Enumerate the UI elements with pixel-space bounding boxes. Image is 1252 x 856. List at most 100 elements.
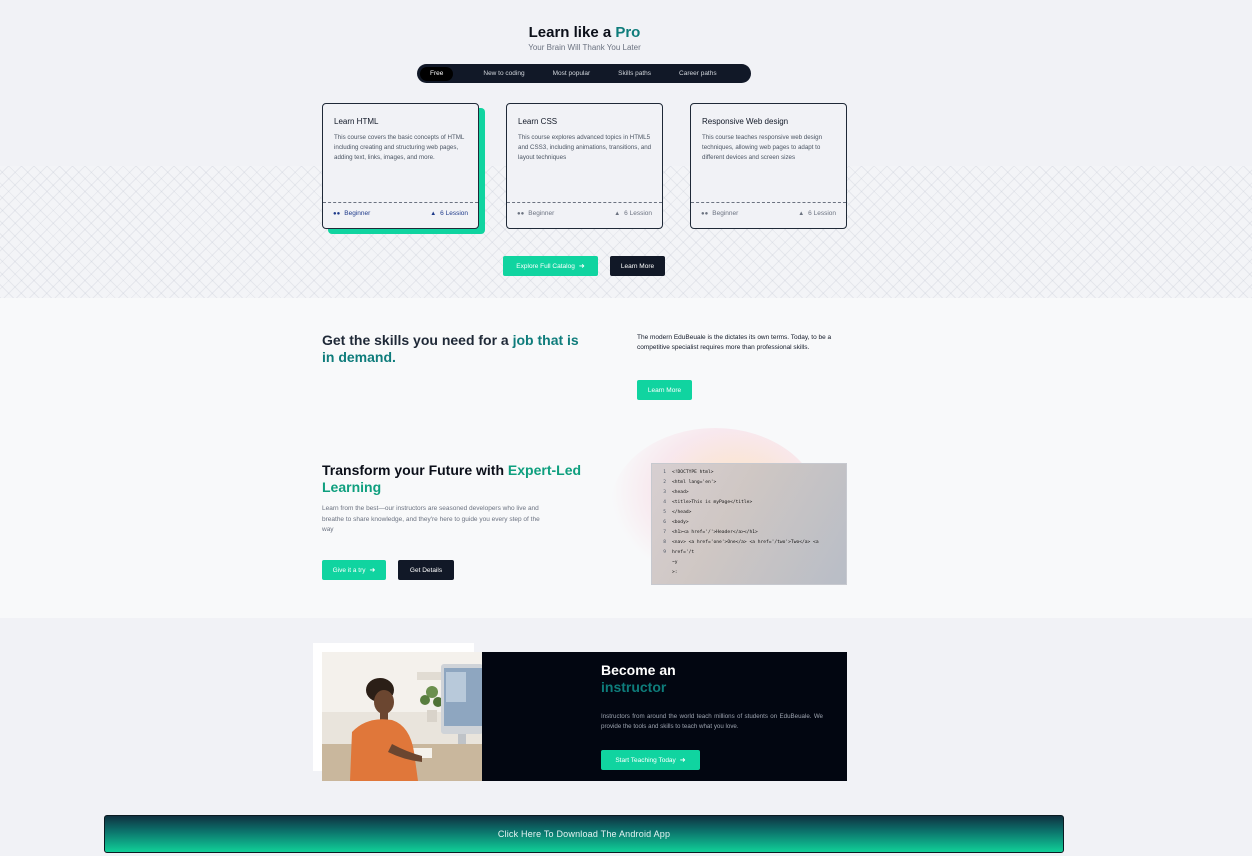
line-number: 1	[663, 470, 666, 475]
course-level-label: Beginner	[712, 210, 739, 217]
layers-icon: ▲	[798, 210, 805, 217]
course-title: Learn HTML	[334, 117, 379, 126]
line-number: 9	[663, 550, 666, 555]
course-card-html[interactable]: Learn HTML This course covers the basic …	[322, 103, 479, 229]
line-number: 6	[663, 520, 666, 525]
line-number: 5	[663, 510, 666, 515]
give-it-a-try-button[interactable]: Give it a try ➜	[322, 560, 386, 580]
hero-subtitle: Your Brain Will Thank You Later	[528, 43, 641, 52]
layers-icon: ▲	[430, 210, 437, 217]
explore-catalog-label: Explore Full Catalog	[516, 262, 575, 270]
line-number: 4	[663, 500, 666, 505]
code-text: ~y	[672, 560, 678, 565]
course-lessons-label: 6 Lession	[440, 210, 468, 217]
users-icon: ●●	[517, 210, 525, 217]
code-line: >:	[652, 570, 678, 580]
course-level: ●● Beginner	[333, 210, 370, 217]
course-level: ●● Beginner	[701, 210, 738, 217]
instructor-heading: Become an instructor	[601, 662, 751, 696]
course-filter-tabs: Free New to coding Most popular Skills p…	[417, 64, 751, 83]
skills-heading: Get the skills you need for a job that i…	[322, 332, 582, 366]
course-level-label: Beginner	[344, 210, 371, 217]
code-line: 2 <html lang='en'>	[652, 480, 716, 490]
hero-title: Learn like a Pro	[0, 24, 1169, 41]
instructor-photo	[322, 652, 482, 781]
code-text: href='/t	[672, 550, 695, 555]
code-line: 4 <title>This is myPage</title>	[652, 500, 752, 510]
transform-heading: Transform your Future with Expert-Led Le…	[322, 462, 582, 496]
course-title: Learn CSS	[518, 117, 558, 126]
code-preview: 1 <!DOCTYPE html> 2 <html lang='en'> 3 <hea…	[651, 463, 847, 585]
skills-heading-text: Get the skills you need for a	[322, 332, 509, 348]
tab-career-paths[interactable]: Career paths	[669, 67, 727, 81]
course-lessons: ▲ 6 Lession	[614, 210, 652, 217]
code-text: <nav> <a href='one'>One</a> <a href='/tw…	[672, 540, 819, 545]
course-lessons: ▲ 6 Lession	[798, 210, 836, 217]
course-title: Responsive Web design	[702, 117, 789, 126]
users-icon: ●●	[701, 210, 709, 217]
course-card-css[interactable]: Learn CSS This course explores advanced …	[506, 103, 663, 229]
hero-title-text: Learn like a	[528, 24, 612, 41]
line-number: 7	[663, 530, 666, 535]
course-description: This course covers the basic concepts of…	[334, 134, 465, 161]
line-number	[652, 570, 666, 580]
code-line: ~y	[652, 560, 678, 570]
get-details-button[interactable]: Get Details	[398, 560, 454, 580]
transform-heading-text: Transform your Future with	[322, 462, 505, 478]
instructor-description: Instructors from around the world teach …	[601, 713, 823, 730]
line-number: 3	[663, 490, 666, 495]
code-text: <html lang='en'>	[672, 480, 717, 485]
learn-more-button[interactable]: Learn More	[610, 256, 665, 276]
line-number: 2	[663, 480, 666, 485]
code-line: 9 href='/t	[652, 550, 694, 560]
hero-title-accent: Pro	[615, 24, 641, 41]
skills-learn-more-button[interactable]: Learn More	[637, 380, 692, 400]
code-text: <title>This is myPage</title>	[672, 500, 753, 505]
woman-at-computer-illustration	[322, 652, 482, 781]
tab-new-to-coding[interactable]: New to coding	[473, 67, 534, 81]
instructor-heading-text: Become an	[601, 662, 676, 678]
course-meta: ●● Beginner ▲ 6 Lession	[691, 202, 846, 224]
course-level: ●● Beginner	[517, 210, 554, 217]
code-line: 7 <h1><a href='/'>Header</a></h1>	[652, 530, 758, 540]
code-text: <h1><a href='/'>Header</a></h1>	[672, 530, 758, 535]
course-description: This course teaches responsive web desig…	[702, 134, 823, 161]
code-text: <head>	[672, 490, 689, 495]
course-lessons: ▲ 6 Lession	[430, 210, 468, 217]
download-app-button[interactable]: Click Here To Download The Android App	[104, 815, 1064, 853]
course-lessons-label: 6 Lession	[624, 210, 652, 217]
code-text: <body>	[672, 520, 689, 525]
explore-catalog-button[interactable]: Explore Full Catalog ➜	[503, 256, 598, 276]
course-lessons-label: 6 Lession	[808, 210, 836, 217]
code-line: 6 <body>	[652, 520, 689, 530]
instructor-heading-accent: instructor	[601, 679, 667, 695]
code-text: >:	[672, 570, 678, 575]
code-line: 8 <nav> <a href='one'>One</a> <a href='/t…	[652, 540, 819, 550]
tab-skills-paths[interactable]: Skills paths	[608, 67, 661, 81]
code-line: 5 </head>	[652, 510, 691, 520]
code-text: </head>	[672, 510, 692, 515]
transform-description: Learn from the best—our instructors are …	[322, 505, 540, 533]
code-line: 3 <head>	[652, 490, 689, 500]
arrow-right-icon: ➜	[679, 757, 686, 764]
arrow-right-icon: ➜	[369, 567, 376, 574]
skills-description: The modern EduBeuale is the dictates its…	[637, 334, 832, 351]
arrow-right-icon: ➜	[578, 263, 585, 270]
start-teaching-button[interactable]: Start Teaching Today ➜	[601, 750, 700, 770]
features-section: Get the skills you need for a job that i…	[0, 298, 1252, 618]
code-line: 1 <!DOCTYPE html>	[652, 470, 714, 480]
code-text: <!DOCTYPE html>	[672, 470, 714, 475]
users-icon: ●●	[333, 210, 341, 217]
give-it-a-try-label: Give it a try	[332, 566, 366, 574]
course-level-label: Beginner	[528, 210, 555, 217]
line-number: 8	[663, 540, 666, 545]
course-card-responsive[interactable]: Responsive Web design This course teache…	[690, 103, 847, 229]
layers-icon: ▲	[614, 210, 621, 217]
course-description: This course explores advanced topics in …	[518, 134, 652, 161]
tab-most-popular[interactable]: Most popular	[543, 67, 601, 81]
start-teaching-label: Start Teaching Today	[615, 756, 676, 764]
course-meta: ●● Beginner ▲ 6 Lession	[507, 202, 662, 224]
tab-free[interactable]: Free	[420, 66, 454, 81]
course-meta: ●● Beginner ▲ 6 Lession	[323, 202, 478, 224]
line-number	[652, 560, 666, 570]
